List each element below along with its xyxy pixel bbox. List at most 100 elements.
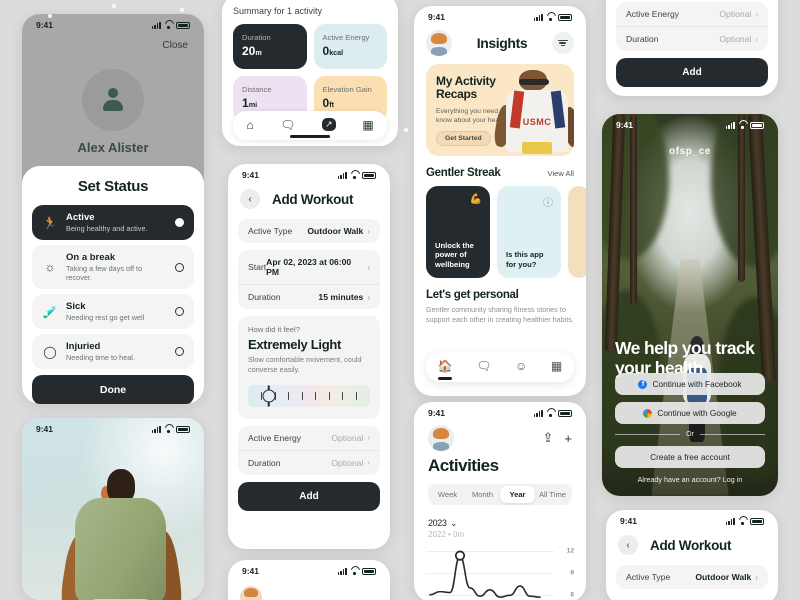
status-bar-indicators xyxy=(725,121,764,129)
grid-icon[interactable]: ▦ xyxy=(362,119,373,131)
tab-grid-icon[interactable]: ▦ xyxy=(551,360,562,372)
athlete-photo: USMC xyxy=(492,68,574,156)
row-label: Duration xyxy=(248,292,281,302)
header-actions: ⇪ + xyxy=(543,430,573,446)
effort-slider[interactable] xyxy=(248,384,370,407)
row-value: Optional › xyxy=(719,34,758,44)
status-bar-time: 9:41 xyxy=(620,516,638,526)
login-link[interactable]: Already have an account? Log in xyxy=(615,475,765,484)
radio-active[interactable] xyxy=(175,218,184,227)
notch-dot xyxy=(48,14,52,18)
slider-tick xyxy=(315,391,317,400)
add-workout-screen-2: 9:41 ‹ Add Workout Active Type Outdoor W… xyxy=(606,510,778,600)
row-active-type[interactable]: Active Type Outdoor Walk › xyxy=(238,219,380,243)
view-all-link[interactable]: View All xyxy=(548,169,574,178)
segment-week[interactable]: Week xyxy=(430,486,465,503)
notch-dot xyxy=(486,404,490,408)
status-option-active[interactable]: 🏃 Active Being healthy and active. xyxy=(32,205,194,240)
chart-ytick: 12 xyxy=(566,547,574,555)
row-active-energy[interactable]: Active Energy Optional › xyxy=(238,426,380,450)
chevron-left-icon[interactable]: ‹ xyxy=(240,189,260,209)
row-active-type[interactable]: Active Type Outdoor Walk › xyxy=(616,565,768,589)
home-icon[interactable]: ⌂ xyxy=(246,119,253,131)
row-label: Active Energy xyxy=(248,432,302,443)
divider-label: Or xyxy=(686,431,694,438)
chat-icon[interactable]: 🗨 xyxy=(280,119,295,131)
cellular-signal-icon xyxy=(151,21,161,29)
tab-chat-icon[interactable]: 🗨 xyxy=(476,360,491,372)
value-number: 20 xyxy=(242,44,256,58)
status-option-on-a-break[interactable]: ☼ On a break Taking a few days off to re… xyxy=(32,245,194,289)
add-button[interactable]: Add xyxy=(238,481,380,511)
slider-tick xyxy=(301,391,303,400)
year-selector[interactable]: 2023 ⌄ xyxy=(414,505,586,529)
continue-with-google-button[interactable]: Continue with Google xyxy=(615,402,765,424)
status-option-injuried[interactable]: ◯ Injuried Needing time to heal. xyxy=(32,334,194,369)
segment-all-time[interactable]: All Time xyxy=(535,486,570,503)
tab-smiley-icon[interactable]: ☺ xyxy=(515,360,527,372)
activity-recap-card[interactable]: My Activity Recaps Everything you need t… xyxy=(426,64,574,156)
plus-icon[interactable]: + xyxy=(564,431,572,446)
mockup-board: 9:41 Close Alex Alister Set Status 🏃 Act… xyxy=(0,0,800,600)
continue-with-facebook-button[interactable]: f Continue with Facebook xyxy=(615,373,765,395)
row-value: 15 minutes › xyxy=(318,292,370,302)
tab-bar: ⌂ 🗨 ↗ ▦ xyxy=(233,111,387,140)
avatar[interactable] xyxy=(240,586,262,600)
avatar[interactable] xyxy=(426,30,452,56)
section-title: Let's get personal xyxy=(426,289,519,301)
streak-card-1[interactable]: 💪 Unlock the power of wellbeing xyxy=(426,186,490,278)
streak-carousel[interactable]: 💪 Unlock the power of wellbeing ⓘ Is thi… xyxy=(414,186,586,278)
slider-tick xyxy=(288,391,290,400)
status-bar-time: 9:41 xyxy=(36,424,54,434)
activity-icon[interactable]: ↗ xyxy=(322,118,336,131)
segment-year[interactable]: Year xyxy=(500,486,535,503)
add-button[interactable]: Add xyxy=(616,58,768,87)
streak-card-3[interactable] xyxy=(568,186,586,278)
summary-card-value: 0kcal xyxy=(323,44,379,58)
header: ⇪ + xyxy=(414,420,586,451)
row-label: Duration xyxy=(248,457,281,468)
muscle-icon: 💪 xyxy=(469,194,482,205)
status-option-sick[interactable]: 🧪 Sick Needing rest go get well xyxy=(32,294,194,329)
active-type-group: Active Type Outdoor Walk › xyxy=(616,565,768,589)
radio-sick[interactable] xyxy=(175,307,184,316)
effort-description: Slow comfortable movement, could convers… xyxy=(248,355,362,374)
chevron-left-icon[interactable]: ‹ xyxy=(618,535,638,555)
done-button[interactable]: Done xyxy=(32,375,194,404)
year-comparison: 2022 • 0m xyxy=(428,530,465,539)
create-account-button[interactable]: Create a free account xyxy=(615,446,765,468)
page-title: Add Workout xyxy=(650,537,732,553)
row-start[interactable]: Start Apr 02, 2023 at 06:00 PM › xyxy=(238,250,380,284)
row-duration[interactable]: Duration Optional › xyxy=(616,26,768,51)
filter-icon[interactable] xyxy=(551,32,574,54)
value-unit: m xyxy=(255,48,262,57)
status-bar: 9:41 xyxy=(602,114,778,132)
status-option-title: Sick xyxy=(66,301,86,312)
row-value: Optional › xyxy=(331,433,370,443)
period-segmented-control[interactable]: Week Month Year All Time xyxy=(428,484,572,505)
row-value: Outdoor Walk › xyxy=(695,572,758,582)
row-active-energy[interactable]: Active Energy Optional › xyxy=(616,2,768,26)
share-icon[interactable]: ⇪ xyxy=(543,430,554,446)
row-duration-optional[interactable]: Duration Optional › xyxy=(238,449,380,475)
slider-knob[interactable] xyxy=(262,389,276,403)
row-value-text: Optional xyxy=(719,34,752,44)
radio-on-a-break[interactable] xyxy=(175,262,184,272)
summary-card-active-energy[interactable]: Active Energy 0kcal xyxy=(313,24,387,69)
segment-month[interactable]: Month xyxy=(465,486,500,503)
chart-highlight-point[interactable] xyxy=(426,543,554,600)
notch-dot xyxy=(180,8,184,12)
jersey-text: USMC xyxy=(522,117,552,128)
get-started-button[interactable]: Get Started xyxy=(436,131,491,147)
google-icon xyxy=(643,408,653,418)
summary-card-duration[interactable]: Duration 20m xyxy=(233,24,307,69)
row-duration[interactable]: Duration 15 minutes › xyxy=(238,284,380,309)
tab-home-icon[interactable]: 🏠 xyxy=(438,360,453,372)
close-button[interactable]: Close xyxy=(22,32,204,51)
set-status-screen: 9:41 Close Alex Alister Set Status 🏃 Act… xyxy=(22,14,204,404)
status-bar-time: 9:41 xyxy=(242,170,260,180)
running-icon: 🏃 xyxy=(42,215,58,230)
radio-injuried[interactable] xyxy=(175,347,184,356)
streak-card-2[interactable]: ⓘ Is this app for you? xyxy=(497,186,561,278)
avatar[interactable] xyxy=(428,425,454,451)
